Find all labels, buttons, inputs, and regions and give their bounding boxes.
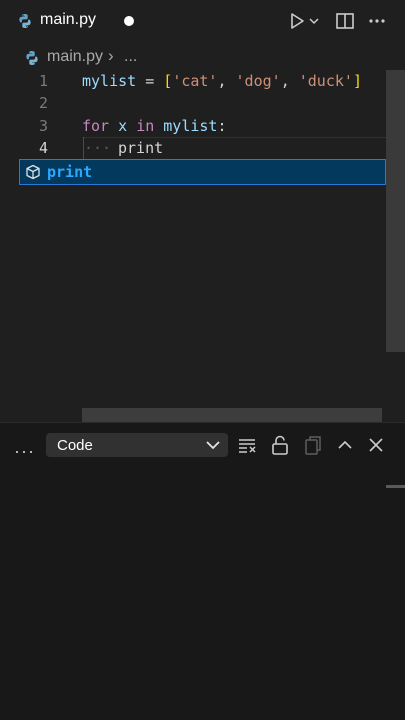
output-channel-select[interactable]: Code [46, 433, 228, 457]
line-number: 3 [38, 117, 48, 135]
output-channel-value: Code [57, 437, 93, 454]
breadcrumb-separator: › [108, 46, 114, 65]
unsaved-dot-icon[interactable] [124, 16, 134, 26]
suggestion-label: print [47, 163, 93, 181]
breadcrumb-file[interactable]: main.py [47, 48, 103, 66]
copy-icon[interactable] [302, 434, 324, 456]
current-line-highlight [82, 137, 386, 161]
chevron-up-icon[interactable] [334, 434, 356, 456]
panel-scrollbar[interactable] [386, 485, 405, 488]
scroll-track [386, 352, 405, 422]
chevron-down-icon[interactable] [307, 10, 321, 32]
code-text: for x in mylist: [82, 117, 227, 135]
python-icon [26, 51, 38, 65]
split-editor-icon[interactable] [334, 10, 356, 32]
breadcrumb-symbols[interactable]: ... [124, 48, 137, 66]
chevron-down-icon [206, 441, 220, 450]
output-panel: ··· Code [0, 423, 405, 720]
code-text: mylist = ['cat', 'dog', 'duck'] [82, 72, 362, 90]
tab-title: main.py [40, 11, 97, 28]
horizontal-scrollbar[interactable] [82, 408, 382, 422]
tab-bar: main.py [0, 0, 405, 42]
suggestion-item[interactable]: print [19, 159, 386, 185]
play-icon[interactable] [286, 10, 308, 32]
indent-guide [83, 137, 84, 159]
python-icon [19, 14, 31, 28]
line-number: 4 [38, 139, 48, 157]
close-icon[interactable] [365, 434, 387, 456]
breadcrumb: main.py › ... [0, 46, 405, 70]
code-line: 2 [0, 92, 386, 114]
tab-main-py[interactable]: main.py [0, 0, 155, 42]
code-editor[interactable]: 1 mylist = ['cat', 'dog', 'duck'] 2 3 fo… [0, 70, 386, 420]
cube-icon [26, 164, 40, 180]
unlock-icon[interactable] [269, 434, 291, 456]
code-line: 1 mylist = ['cat', 'dog', 'duck'] [0, 70, 386, 92]
line-number: 1 [38, 72, 48, 90]
code-line: 3 for x in mylist: [0, 115, 386, 137]
vertical-scrollbar[interactable] [386, 70, 405, 352]
line-number: 2 [38, 94, 48, 112]
clear-output-icon[interactable] [236, 434, 258, 456]
more-icon[interactable] [366, 10, 388, 32]
panel-more-button[interactable]: ··· [14, 441, 35, 462]
